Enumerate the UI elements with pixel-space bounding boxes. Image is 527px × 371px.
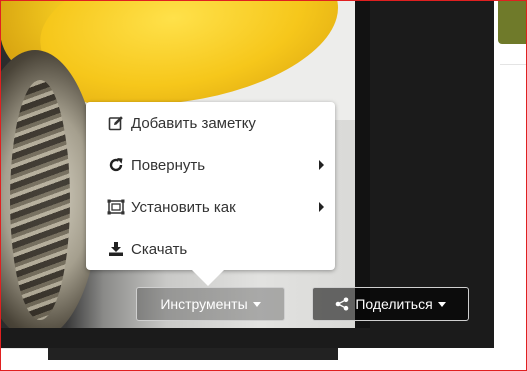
sidebar-thumbnail[interactable] bbox=[498, 0, 527, 44]
caret-down-icon bbox=[437, 301, 446, 307]
sidebar-panel bbox=[494, 0, 527, 348]
menu-item-add-note[interactable]: Добавить заметку bbox=[86, 102, 335, 144]
menu-item-label: Скачать bbox=[131, 240, 188, 258]
menu-item-set-as[interactable]: Установить как bbox=[86, 186, 335, 228]
download-icon bbox=[107, 240, 125, 258]
edit-icon bbox=[107, 114, 125, 132]
submenu-arrow-icon bbox=[319, 160, 324, 170]
menu-item-label: Добавить заметку bbox=[131, 114, 256, 132]
menu-pointer bbox=[192, 270, 224, 286]
menu-item-label: Повернуть bbox=[131, 156, 206, 174]
rotate-icon bbox=[107, 156, 125, 174]
share-icon bbox=[335, 297, 349, 311]
caret-down-icon bbox=[252, 301, 261, 307]
menu-item-label: Установить как bbox=[131, 198, 236, 216]
tools-dropdown-menu: Добавить заметку Повернуть Установить ка… bbox=[86, 102, 335, 286]
sidebar-divider bbox=[500, 64, 527, 65]
submenu-arrow-icon bbox=[319, 202, 324, 212]
tools-button[interactable]: Инструменты bbox=[136, 287, 285, 321]
menu-item-download[interactable]: Скачать bbox=[86, 228, 335, 270]
menu-item-rotate[interactable]: Повернуть bbox=[86, 144, 335, 186]
tools-button-label: Инструменты bbox=[160, 296, 248, 312]
share-button[interactable]: Поделиться bbox=[312, 287, 469, 321]
viewer-scrollbar[interactable] bbox=[48, 348, 338, 360]
viewer-bottom-area bbox=[0, 328, 494, 348]
crop-icon bbox=[107, 198, 125, 216]
share-button-label: Поделиться bbox=[355, 296, 433, 312]
